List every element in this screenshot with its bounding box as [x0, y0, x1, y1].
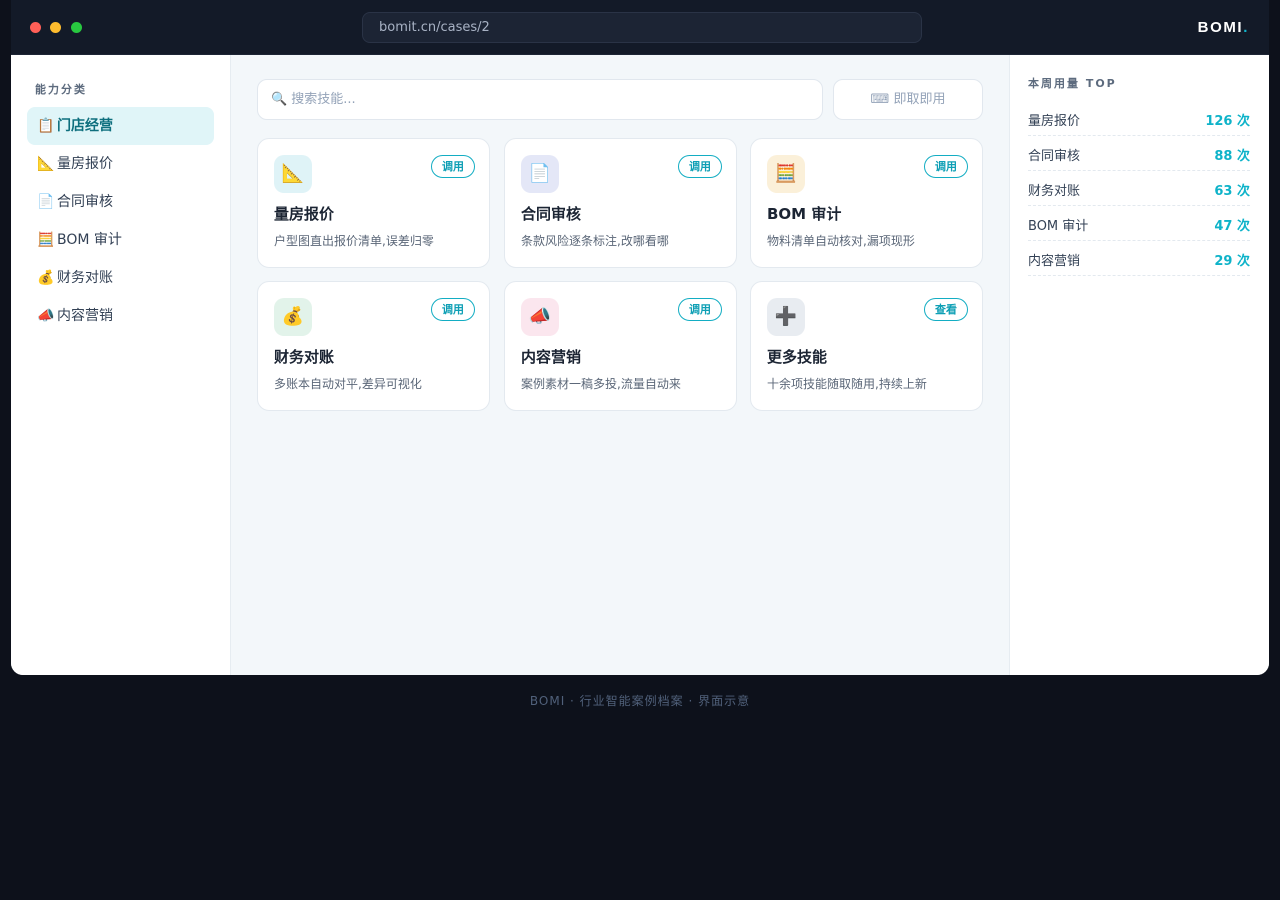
- card-title: 更多技能: [767, 348, 828, 366]
- card-description: 十余项技能随取随用,持续上新: [767, 377, 927, 391]
- sidebar-item-content-marketing[interactable]: 📣 内容营销: [27, 297, 214, 335]
- megaphone-icon: 📣: [521, 298, 559, 336]
- invoke-button[interactable]: 调用: [431, 155, 475, 178]
- card-description: 物料清单自动核对,漏项现形: [767, 234, 915, 248]
- triangle-ruler-icon: 📐: [274, 155, 312, 193]
- search-icon: 🔍: [271, 92, 288, 107]
- card-title: 财务对账: [274, 348, 335, 366]
- usage-skill-name: 财务对账: [1028, 184, 1081, 199]
- sidebar-item-finance-reconciliation[interactable]: 💰 财务对账: [27, 259, 214, 297]
- card-description: 案例素材一稿多投,流量自动来: [521, 377, 681, 391]
- sidebar-item-label: BOM 审计: [57, 232, 122, 248]
- usage-row: 内容营销 29 次: [1028, 241, 1250, 276]
- sidebar-item-label: 门店经营: [57, 118, 113, 134]
- document-icon: 📄: [521, 155, 559, 193]
- megaphone-icon: 📣: [37, 308, 55, 324]
- sidebar-item-label: 合同审核: [57, 194, 113, 210]
- card-description: 条款风险逐条标注,改哪看哪: [521, 234, 669, 248]
- usage-row: 量房报价 126 次: [1028, 101, 1250, 136]
- usage-count: 126 次: [1205, 114, 1250, 129]
- card-title: 合同审核: [521, 205, 582, 223]
- view-button[interactable]: 查看: [924, 298, 968, 321]
- usage-skill-name: 合同审核: [1028, 149, 1081, 164]
- abacus-icon: 🧮: [767, 155, 805, 193]
- usage-count: 47 次: [1214, 219, 1250, 234]
- sidebar-item-measure-quote[interactable]: 📐 量房报价: [27, 145, 214, 183]
- brand-logo: BOMI.: [1198, 19, 1249, 36]
- plus-icon: ➕: [767, 298, 805, 336]
- sidebar-item-label: 内容营销: [57, 308, 113, 324]
- sidebar-item-contract-review[interactable]: 📄 合同审核: [27, 183, 214, 221]
- skill-card-contract-review[interactable]: 📄 调用 合同审核 条款风险逐条标注,改哪看哪: [504, 138, 737, 268]
- invoke-button[interactable]: 调用: [678, 298, 722, 321]
- usage-skill-name: BOM 审计: [1028, 219, 1089, 234]
- document-icon: 📄: [37, 194, 55, 210]
- sidebar-item-bom-audit[interactable]: 🧮 BOM 审计: [27, 221, 214, 259]
- brand-name: BOMI: [1197, 19, 1244, 36]
- browser-titlebar: bomit.cn/cases/2 BOMI.: [11, 0, 1269, 55]
- triangle-ruler-icon: 📐: [37, 156, 55, 172]
- skill-card-more-skills[interactable]: ➕ 查看 更多技能 十余项技能随取随用,持续上新: [750, 281, 983, 411]
- money-bag-icon: 💰: [37, 270, 55, 286]
- search-input[interactable]: 🔍 搜索技能...: [257, 79, 823, 120]
- card-title: 量房报价: [274, 205, 335, 223]
- on-demand-button[interactable]: ⌨ 即取即用: [833, 79, 983, 120]
- weekly-usage-panel: 本周用量 TOP 量房报价 126 次 合同审核 88 次 财务对账 63 次 …: [1009, 55, 1269, 675]
- skill-card-measure-quote[interactable]: 📐 调用 量房报价 户型图直出报价清单,误差归零: [257, 138, 490, 268]
- invoke-button[interactable]: 调用: [924, 155, 968, 178]
- card-description: 户型图直出报价清单,误差归零: [274, 234, 434, 248]
- maximize-window-icon[interactable]: [71, 22, 82, 33]
- browser-window: bomit.cn/cases/2 BOMI. 能力分类 📋 门店经营 📐 量房报价 …: [11, 0, 1269, 675]
- sidebar-item-label: 财务对账: [57, 270, 113, 286]
- invoke-button[interactable]: 调用: [431, 298, 475, 321]
- skills-main-area: 🔍 搜索技能... ⌨ 即取即用 📐 调用 量房报价 户型图直出报价清单,误差归零…: [232, 55, 1009, 675]
- usage-skill-name: 内容营销: [1028, 254, 1081, 269]
- usage-count: 63 次: [1214, 184, 1250, 199]
- skill-card-finance-reconciliation[interactable]: 💰 调用 财务对账 多账本自动对平,差异可视化: [257, 281, 490, 411]
- usage-row: 合同审核 88 次: [1028, 136, 1250, 171]
- brand-dot: .: [1243, 19, 1249, 36]
- close-window-icon[interactable]: [30, 22, 41, 33]
- usage-panel-heading: 本周用量 TOP: [1028, 77, 1117, 90]
- card-description: 多账本自动对平,差异可视化: [274, 377, 422, 391]
- usage-count: 88 次: [1214, 149, 1250, 164]
- card-title: 内容营销: [521, 348, 582, 366]
- category-sidebar: 能力分类 📋 门店经营 📐 量房报价 📄 合同审核 🧮 BOM 审计 💰 财务对账 📣 内容…: [11, 55, 231, 675]
- sidebar-heading: 能力分类: [35, 83, 87, 96]
- usage-skill-name: 量房报价: [1028, 114, 1081, 129]
- page-footer: BOMI · 行业智能案例档案 · 界面示意: [529, 694, 751, 708]
- abacus-icon: 🧮: [37, 232, 55, 248]
- usage-row: 财务对账 63 次: [1028, 171, 1250, 206]
- address-bar[interactable]: bomit.cn/cases/2: [362, 12, 922, 43]
- invoke-button[interactable]: 调用: [678, 155, 722, 178]
- usage-count: 29 次: [1214, 254, 1250, 269]
- skill-card-content-marketing[interactable]: 📣 调用 内容营销 案例素材一稿多投,流量自动来: [504, 281, 737, 411]
- skill-card-bom-audit[interactable]: 🧮 调用 BOM 审计 物料清单自动核对,漏项现形: [750, 138, 983, 268]
- sidebar-item-label: 量房报价: [57, 156, 113, 172]
- clipboard-icon: 📋: [37, 118, 55, 134]
- card-title: BOM 审计: [767, 205, 842, 223]
- search-placeholder: 搜索技能...: [291, 92, 356, 107]
- minimize-window-icon[interactable]: [50, 22, 61, 33]
- money-bag-icon: 💰: [274, 298, 312, 336]
- usage-row: BOM 审计 47 次: [1028, 206, 1250, 241]
- sidebar-item-store-operations[interactable]: 📋 门店经营: [27, 107, 214, 145]
